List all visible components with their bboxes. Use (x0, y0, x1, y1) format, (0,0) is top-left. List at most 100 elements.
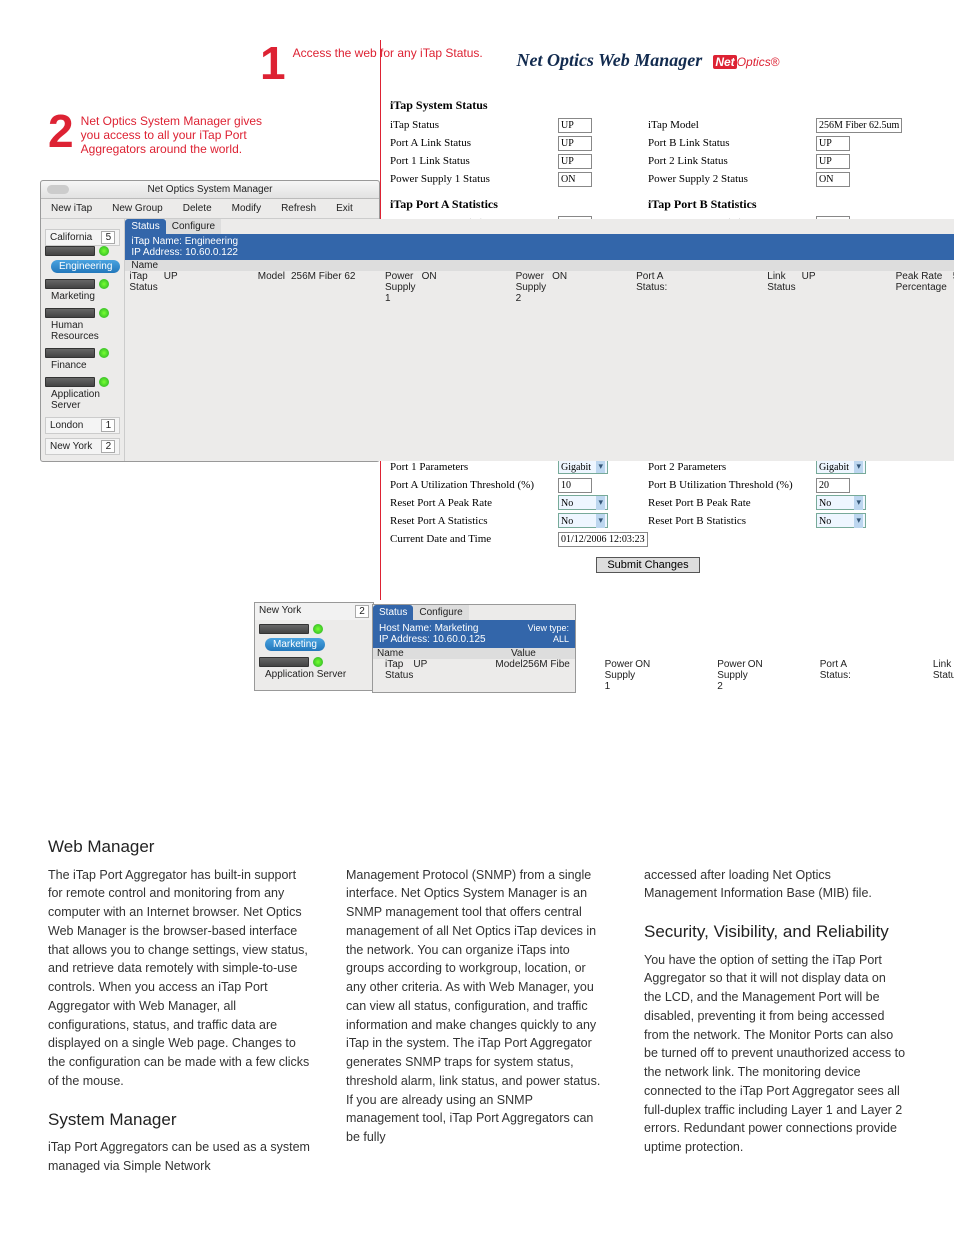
status-row: Port 2 ParametersGigabit (648, 459, 906, 476)
status-row: iTap Model256M Fiber 62.5um (648, 117, 906, 134)
status-row: Power Supply 1 StatusON (390, 171, 648, 188)
para: Management Protocol (SNMP) from a single… (346, 866, 608, 1147)
tree-label[interactable]: Finance (51, 360, 120, 371)
detail-row: Power Supply 1ON (371, 271, 502, 304)
status-row: Port 1 ParametersGigabit (390, 459, 648, 476)
detail-row: Model256M Fiber 62 (244, 271, 371, 304)
status-label: Current Date and Time (390, 531, 558, 548)
value-box: 256M Fiber 62.5um (816, 118, 902, 133)
device-icon (45, 308, 95, 318)
toolbar-refresh[interactable]: Refresh (271, 199, 326, 218)
status-label: Reset Port A Peak Rate (390, 495, 558, 512)
detail-name: Power Supply 2 (502, 271, 553, 304)
detail-name: Power Supply 1 (591, 659, 636, 692)
status-dot-icon (313, 657, 323, 667)
tab-status[interactable]: Status (373, 605, 413, 620)
tree-item[interactable] (45, 279, 120, 289)
tree-chip-marketing[interactable]: Marketing (265, 638, 325, 651)
sm-titlebar: Net Optics System Manager (41, 181, 379, 199)
status-label: Port B Link Status (648, 135, 816, 152)
detail-name: Model (481, 659, 522, 692)
heading-system-manager: System Manager (48, 1107, 310, 1133)
tree-item[interactable] (259, 624, 369, 634)
value-box: ON (558, 172, 592, 187)
callout-2-text: Net Optics System Manager gives you acce… (81, 114, 281, 156)
status-dot-icon (99, 279, 109, 289)
status-row: Port A Utilization Threshold (%)10 (390, 477, 648, 494)
tab-configure[interactable]: Configure (166, 219, 221, 234)
value-box[interactable]: 01/12/2006 12:03:23 (558, 532, 648, 547)
heading-web-manager: Web Manager (48, 834, 906, 860)
detail-row: Peak Rate Percentage57 (882, 271, 954, 304)
tab-configure[interactable]: Configure (413, 605, 468, 620)
status-row: Reset Port B Peak RateNo (648, 495, 906, 512)
status-row: Current Date and Time01/12/2006 12:03:23 (390, 531, 648, 548)
tree-label[interactable]: Human Resources (51, 320, 120, 342)
detail-name: Link Status (919, 659, 954, 692)
detail-row: iTap StatusUP (125, 271, 243, 304)
status-label: Port A Utilization Threshold (%) (390, 477, 558, 494)
status-row: Power Supply 2 StatusON (648, 171, 906, 188)
status-label: Power Supply 2 Status (648, 171, 816, 188)
tree-item[interactable] (45, 246, 120, 256)
port-b-stats-title: iTap Port B Statistics (648, 195, 906, 214)
detail-name: Model (244, 271, 291, 304)
heading-security: Security, Visibility, and Reliability (644, 919, 906, 945)
detail-name: Port A Status: (816, 659, 851, 692)
detail-value (851, 659, 911, 692)
value-box: UP (816, 136, 850, 151)
para: iTap Port Aggregators can be used as a s… (48, 1138, 310, 1176)
netoptics-logo: NetOptics® (713, 55, 779, 69)
group-newyork[interactable]: New York2 (255, 603, 373, 620)
status-row: Port B Utilization Threshold (%)20 (648, 477, 906, 494)
detail-row: Port A Status: (632, 271, 753, 304)
group-row[interactable]: London1 (45, 417, 120, 434)
status-dot-icon (99, 308, 109, 318)
toolbar-delete[interactable]: Delete (173, 199, 222, 218)
tree-label[interactable]: Application Server (265, 669, 369, 680)
status-label: Port B Utilization Threshold (%) (648, 477, 816, 494)
device-icon (259, 624, 309, 634)
detail-value: ON (748, 659, 808, 692)
select[interactable]: No (816, 513, 866, 528)
status-label: Port 1 Link Status (390, 153, 558, 170)
tab-status[interactable]: Status (125, 219, 165, 234)
select[interactable]: No (816, 495, 866, 510)
tree-item[interactable] (45, 348, 120, 358)
status-dot-icon (99, 348, 109, 358)
submit-changes-button[interactable]: Submit Changes (596, 557, 699, 573)
sm-toolbar: New iTapNew GroupDeleteModifyRefreshExit (41, 199, 379, 219)
device-icon (45, 246, 95, 256)
status-row: Reset Port A Peak RateNo (390, 495, 648, 512)
status-dot-icon (313, 624, 323, 634)
detail-row: iTap StatusUP (377, 659, 477, 692)
select[interactable]: No (558, 513, 608, 528)
callout-2: 2 Net Optics System Manager gives you ac… (48, 108, 281, 156)
tree-label[interactable]: Application Server (51, 389, 120, 411)
status-row: Port 2 Link StatusUP (648, 153, 906, 170)
window-control-icon[interactable] (47, 185, 69, 194)
toolbar-new-group[interactable]: New Group (102, 199, 173, 218)
toolbar-modify[interactable]: Modify (222, 199, 271, 218)
tree-item[interactable] (259, 657, 369, 667)
tree-chip[interactable]: Engineering (51, 260, 120, 273)
toolbar-new-itap[interactable]: New iTap (41, 199, 102, 218)
tree-item[interactable] (45, 377, 120, 387)
status-dot-icon (99, 246, 109, 256)
detail-value: UP (413, 659, 473, 692)
value-box[interactable]: 20 (816, 478, 850, 493)
device-icon (45, 348, 95, 358)
status-row: Port 1 Link StatusUP (390, 153, 648, 170)
tree-label[interactable]: Marketing (51, 291, 120, 302)
group-california[interactable]: California 5 (45, 229, 120, 246)
detail-name: iTap Status (125, 271, 163, 304)
select[interactable]: No (558, 495, 608, 510)
tree-item[interactable] (45, 308, 120, 318)
para: The iTap Port Aggregator has built-in su… (48, 866, 310, 1091)
toolbar-exit[interactable]: Exit (326, 199, 363, 218)
value-box[interactable]: 10 (558, 478, 592, 493)
body-text: Web Manager The iTap Port Aggregator has… (48, 818, 906, 1176)
detail-value: UP (802, 271, 882, 304)
status-row: Port A Link StatusUP (390, 135, 648, 152)
group-row[interactable]: New York2 (45, 438, 120, 455)
